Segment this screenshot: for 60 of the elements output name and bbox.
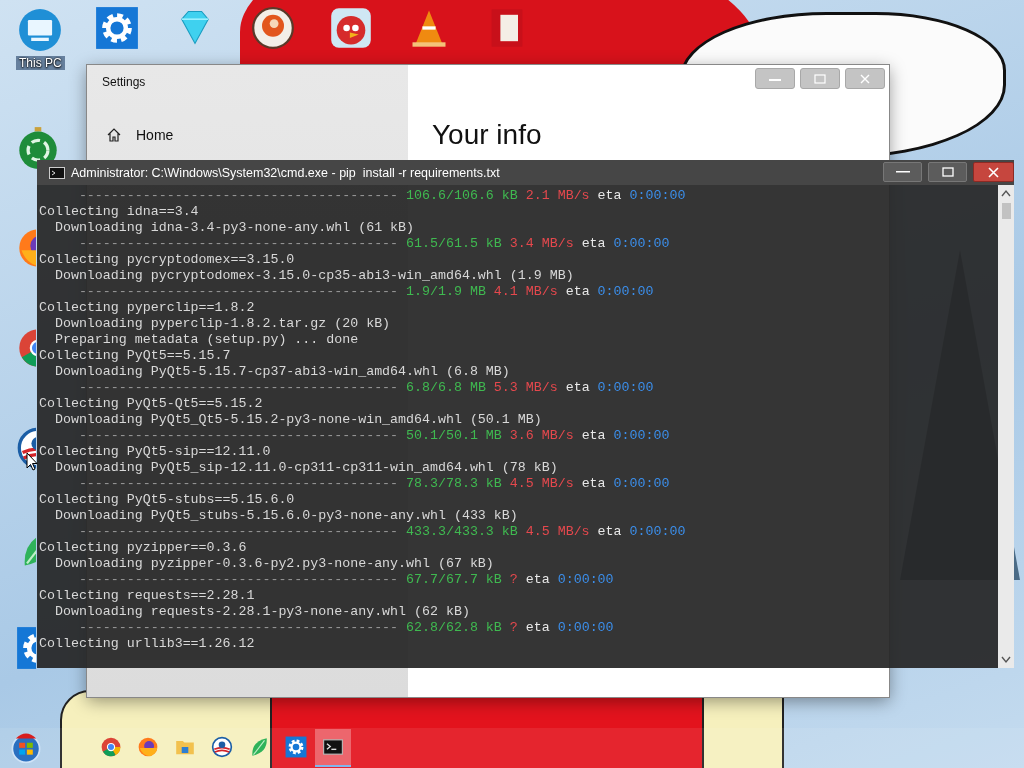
home-icon	[106, 127, 122, 143]
console-line: Collecting PyQt5-Qt5==5.15.2	[39, 396, 263, 412]
console-line: Collecting idna==3.4	[39, 204, 199, 220]
console-line: ---------------------------------------- 62.8/62.8 kB ? eta 0:00:00	[78, 620, 614, 636]
window-title: Administrator: C:\Windows\System32\cmd.exe - pip install -r requirements.txt	[71, 165, 500, 180]
console-line: Downloading PyQt5_Qt5-5.15.2-py3-none-win_amd64.whl (50.1 MB)	[54, 412, 542, 428]
console-line: Collecting pyzipper==0.3.6	[39, 540, 247, 556]
console-line: Collecting PyQt5-sip==12.11.0	[39, 444, 271, 460]
page-heading: Your info	[432, 119, 543, 151]
console-line: Downloading PyQt5_sip-12.11.0-cp311-cp311-win_amd64.whl (78 kB)	[54, 460, 558, 476]
console-line: ---------------------------------------- 50.1/50.1 MB 3.6 MB/s eta 0:00:00	[78, 428, 670, 444]
console-line: ---------------------------------------- 78.3/78.3 kB 4.5 MB/s eta 0:00:00	[78, 476, 670, 492]
close-button[interactable]	[973, 162, 1014, 182]
globe-icon[interactable]	[137, 736, 159, 758]
console-line: ---------------------------------------- 106.6/106.6 kB 2.1 MB/s eta 0:00:00	[78, 188, 686, 204]
console-line: ---------------------------------------- 1.9/1.9 MB 4.1 MB/s eta 0:00:00	[78, 284, 654, 300]
console-line: Downloading pyperclip-1.8.2.tar.gz (20 kB)	[54, 316, 391, 332]
scroll-down-icon[interactable]	[1001, 656, 1011, 664]
minimize-button[interactable]	[755, 68, 795, 89]
minimize-button[interactable]	[883, 162, 922, 182]
console-line: Downloading requests-2.28.1-py3-none-any.whl (62 kB)	[54, 604, 470, 620]
console-line: Downloading PyQt5_stubs-5.15.6.0-py3-none-any.whl (433 kB)	[54, 508, 518, 524]
maximize-button[interactable]	[928, 162, 967, 182]
minimize-icon	[895, 170, 910, 174]
console-line: ---------------------------------------- 67.7/67.7 kB ? eta 0:00:00	[78, 572, 614, 588]
close-icon	[988, 166, 999, 178]
gear-icon[interactable]	[95, 6, 139, 50]
taskbar-button[interactable]	[315, 729, 351, 767]
scroll-up-icon[interactable]	[1001, 189, 1011, 197]
console-line: ---------------------------------------- 6.8/6.8 MB 5.3 MB/s eta 0:00:00	[78, 380, 654, 396]
console-line: Downloading pycryptodomex-3.15.0-cp35-abi3-win_amd64.whl (1.9 MB)	[54, 268, 574, 284]
console-icon[interactable]	[322, 736, 344, 758]
console-line: ---------------------------------------- 61.5/61.5 kB 3.4 MB/s eta 0:00:00	[78, 236, 670, 252]
console-line: Collecting requests==2.28.1	[39, 588, 255, 604]
maximize-icon	[814, 73, 826, 84]
ball-icon[interactable]	[251, 6, 295, 50]
icon-label: This PC	[16, 56, 65, 70]
close-icon	[860, 73, 870, 84]
console-line: Downloading PyQt5-5.15.7-cp37-abi3-win_amd64.whl (6.8 MB)	[54, 364, 510, 380]
bird-icon[interactable]	[329, 6, 373, 50]
emblem-icon[interactable]	[211, 736, 233, 758]
console-line: Collecting pycryptodomex==3.15.0	[39, 252, 295, 268]
console-line: ---------------------------------------- 433.3/433.3 kB 4.5 MB/s eta 0:00:00	[78, 524, 686, 540]
console-line: Collecting pyperclip==1.8.2	[39, 300, 255, 316]
window-title: Settings	[102, 75, 147, 89]
console-line: Collecting PyQt5-stubs==5.15.6.0	[39, 492, 295, 508]
nav-item[interactable]: Home	[102, 127, 174, 143]
maximize-icon	[941, 167, 954, 177]
console-line: Downloading pyzipper-0.3.6-py2.py3-none-any.whl (67 kB)	[54, 556, 494, 572]
console-line: Downloading idna-3.4-py3-none-any.whl (61 kB)	[54, 220, 415, 236]
console-line: Preparing metadata (setup.py) ... done	[54, 332, 359, 348]
console-line: Collecting urllib3==1.26.12	[39, 636, 255, 652]
console-icon	[49, 166, 65, 179]
wheel-icon[interactable]	[100, 736, 122, 758]
console-line: Collecting PyQt5==5.15.7	[39, 348, 231, 364]
cursor-icon	[26, 452, 38, 471]
monitor-icon[interactable]	[18, 8, 63, 52]
scroll-thumb[interactable]	[1001, 203, 1011, 219]
gear-icon[interactable]	[16, 626, 37, 670]
scrollbar[interactable]	[998, 185, 1014, 668]
